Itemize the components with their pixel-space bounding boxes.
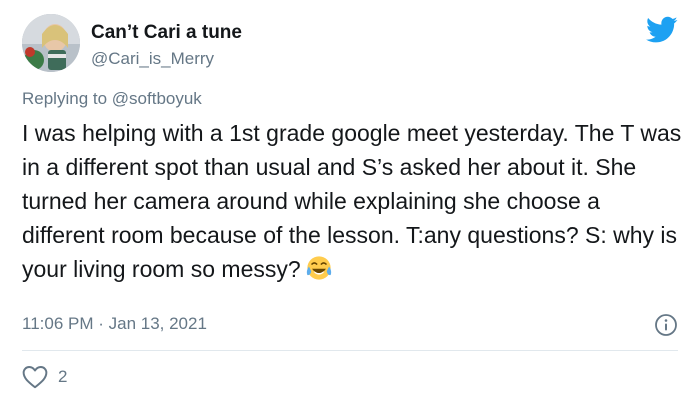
- display-name[interactable]: Can’t Cari a tune: [91, 21, 242, 45]
- tweet-card: Can’t Cari a tune @Cari_is_Merry Replyin…: [0, 0, 700, 403]
- avatar[interactable]: [22, 14, 80, 72]
- user-handle[interactable]: @Cari_is_Merry: [91, 47, 242, 71]
- tweet-timestamp[interactable]: 11:06 PM · Jan 13, 2021: [22, 311, 207, 337]
- divider: [22, 350, 678, 351]
- reply-mention-link[interactable]: @softboyuk: [112, 89, 202, 108]
- tweet-text: I was helping with a 1st grade google me…: [22, 120, 688, 282]
- tweet-header: Can’t Cari a tune @Cari_is_Merry: [91, 21, 242, 71]
- reply-prefix: Replying to: [22, 89, 112, 108]
- heart-icon[interactable]: [22, 365, 48, 389]
- like-count: 2: [58, 367, 68, 386]
- avatar-image: [22, 14, 80, 72]
- reply-context: Replying to @softboyuk: [22, 86, 202, 112]
- info-icon[interactable]: [654, 313, 678, 337]
- like-button[interactable]: 2: [22, 363, 67, 391]
- tears-of-joy-emoji: [306, 256, 331, 280]
- twitter-bird-icon[interactable]: [646, 16, 678, 44]
- tweet-text-block: I was helping with a 1st grade google me…: [22, 116, 687, 286]
